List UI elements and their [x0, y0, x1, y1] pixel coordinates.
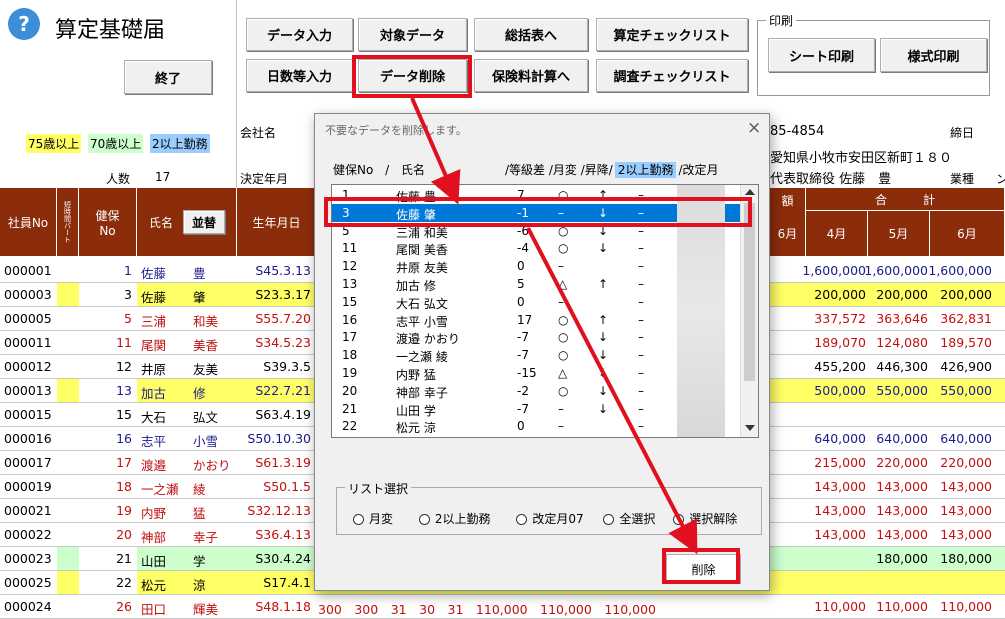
arrow-to-list	[410, 97, 461, 205]
instruction-arrows	[410, 97, 698, 555]
arrow-to-delete	[526, 227, 698, 555]
